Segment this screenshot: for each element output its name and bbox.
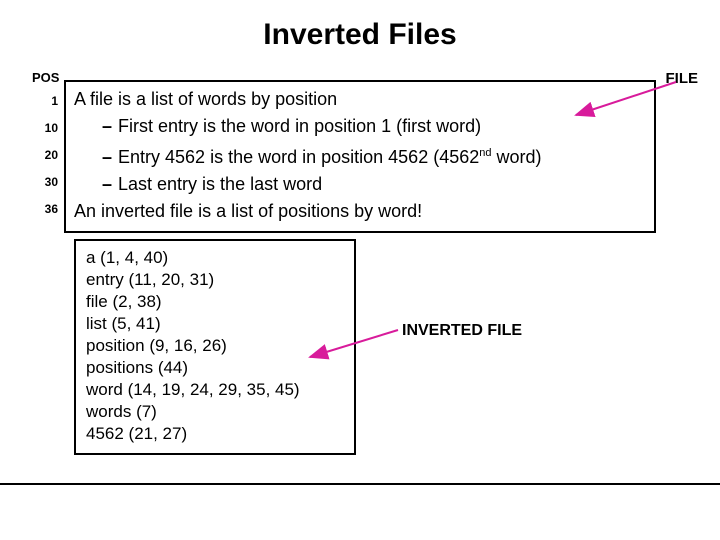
dash-icon: – [102, 174, 118, 194]
pos-label: POS [32, 70, 59, 85]
dash-icon: – [102, 116, 118, 136]
pos-num: 30 [32, 169, 58, 196]
file-text: Last entry is the last word [118, 174, 322, 194]
pos-num: 36 [32, 196, 58, 223]
inverted-line: list (5, 41) [86, 313, 344, 335]
inverted-file-label: INVERTED FILE [402, 322, 522, 340]
file-text: Entry 4562 is the word in position 4562 … [118, 147, 479, 167]
inverted-line: entry (11, 20, 31) [86, 269, 344, 291]
file-text: word) [492, 147, 542, 167]
inverted-line: position (9, 16, 26) [86, 335, 344, 357]
dash-icon: – [102, 147, 118, 167]
file-line: An inverted file is a list of positions … [74, 198, 646, 225]
divider [0, 483, 720, 485]
superscript: nd [479, 147, 491, 159]
file-box: A file is a list of words by position –F… [64, 80, 656, 233]
inverted-line: positions (44) [86, 357, 344, 379]
file-label: FILE [666, 70, 699, 87]
file-line: A file is a list of words by position [74, 86, 646, 113]
inverted-line: a (1, 4, 40) [86, 247, 344, 269]
inverted-line: word (14, 19, 24, 29, 35, 45) [86, 379, 344, 401]
file-line: –First entry is the word in position 1 (… [74, 113, 646, 140]
pos-num: 20 [32, 142, 58, 169]
file-text: First entry is the word in position 1 (f… [118, 116, 481, 136]
inverted-file-box: a (1, 4, 40) entry (11, 20, 31) file (2,… [74, 239, 356, 455]
file-line: –Entry 4562 is the word in position 4562… [74, 140, 646, 171]
pos-num: 10 [32, 115, 58, 142]
pos-num: 1 [32, 88, 58, 115]
inverted-line: words (7) [86, 401, 344, 423]
position-numbers: 1 10 20 30 36 [32, 88, 58, 223]
page-title: Inverted Files [0, 0, 720, 58]
inverted-line: file (2, 38) [86, 291, 344, 313]
file-line: –Last entry is the last word [74, 171, 646, 198]
inverted-line: 4562 (21, 27) [86, 423, 344, 445]
